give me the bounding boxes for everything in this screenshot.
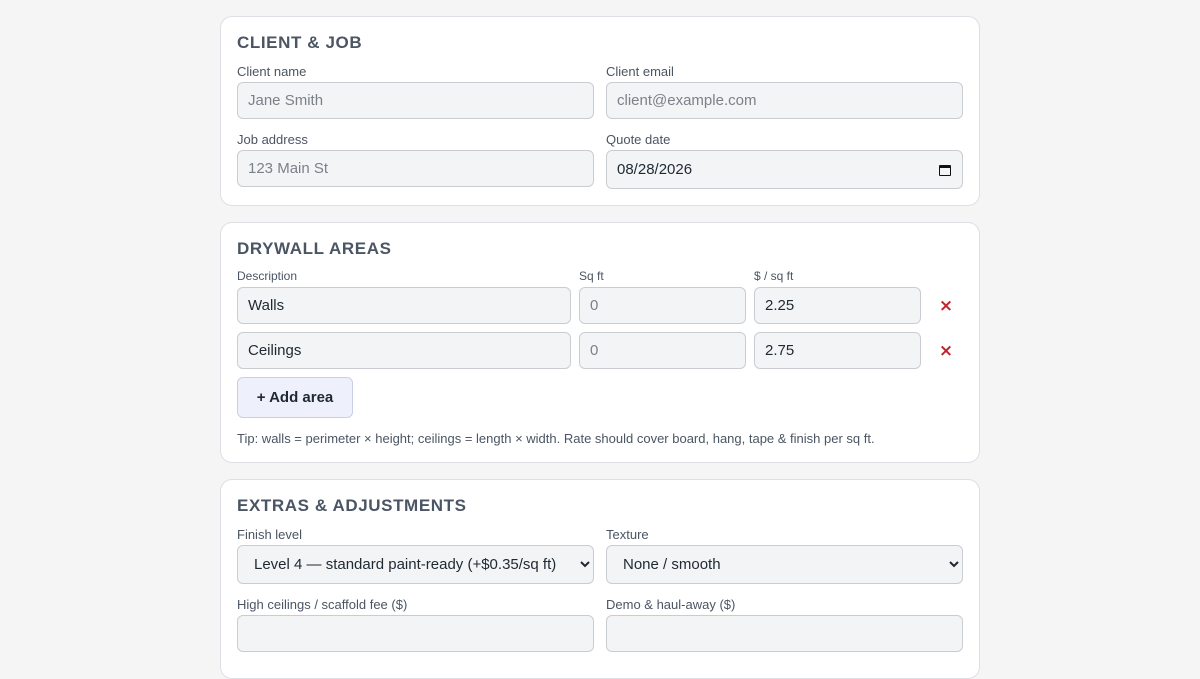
demo-label: Demo & haul-away ($) (606, 597, 736, 612)
sqft-column-header: Sq ft (579, 269, 604, 283)
extras-card: EXTRAS & ADJUSTMENTS Finish level Level … (220, 479, 980, 679)
extras-title: EXTRAS & ADJUSTMENTS (237, 496, 467, 515)
add-area-button[interactable]: + Add area (237, 377, 353, 418)
high-ceilings-label: High ceilings / scaffold fee ($) (237, 597, 408, 612)
demo-input[interactable] (606, 615, 963, 652)
finish-level-label: Finish level (237, 527, 303, 542)
quote-date-value: 08/28/2026 (617, 161, 693, 178)
quote-date-input[interactable]: 08/28/2026 (606, 150, 963, 189)
area-description-input[interactable] (237, 287, 571, 324)
high-ceilings-input[interactable] (237, 615, 594, 652)
client-name-label: Client name (237, 64, 307, 79)
calendar-icon[interactable] (938, 163, 952, 177)
texture-label: Texture (606, 527, 649, 542)
area-sqft-input[interactable] (579, 332, 746, 369)
area-description-input[interactable] (237, 332, 571, 369)
area-rate-input[interactable] (754, 332, 921, 369)
client-name-input[interactable] (237, 82, 594, 119)
drywall-areas-title: DRYWALL AREAS (237, 239, 392, 258)
client-email-input[interactable] (606, 82, 963, 119)
client-job-card: CLIENT & JOB Client name Client email Jo… (220, 16, 980, 206)
rate-column-header: $ / sq ft (754, 269, 794, 283)
client-email-label: Client email (606, 64, 674, 79)
remove-area-button[interactable]: × (934, 294, 958, 318)
finish-level-select[interactable]: Level 4 — standard paint-ready (+$0.35/s… (237, 545, 594, 584)
job-address-input[interactable] (237, 150, 594, 187)
client-job-title: CLIENT & JOB (237, 33, 363, 52)
remove-area-button[interactable]: × (934, 339, 958, 363)
texture-select[interactable]: None / smooth (606, 545, 963, 584)
area-sqft-input[interactable] (579, 287, 746, 324)
quote-date-label: Quote date (606, 132, 671, 147)
area-tip-text: Tip: walls = perimeter × height; ceiling… (237, 431, 875, 446)
area-rate-input[interactable] (754, 287, 921, 324)
job-address-label: Job address (237, 132, 308, 147)
description-column-header: Description (237, 269, 298, 283)
drywall-areas-card: DRYWALL AREAS Description Sq ft $ / sq f… (220, 222, 980, 463)
